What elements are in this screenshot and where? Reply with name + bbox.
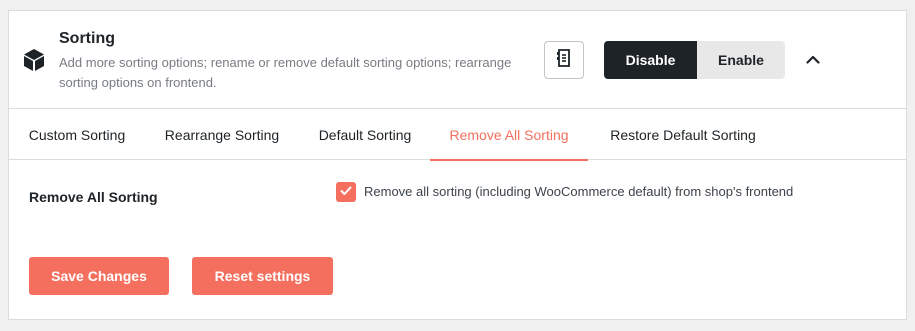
remove-all-sorting-checkbox-label[interactable]: Remove all sorting (including WooCommerc…	[364, 184, 793, 199]
cube-icon	[23, 48, 45, 72]
module-header: Sorting Add more sorting options; rename…	[9, 11, 906, 109]
enable-button[interactable]: Enable	[697, 41, 785, 79]
checkmark-icon	[340, 183, 352, 201]
tab-default-sorting[interactable]: Default Sorting	[305, 109, 425, 160]
tab-rearrange-sorting[interactable]: Rearrange Sorting	[160, 109, 284, 160]
documentation-button[interactable]	[544, 41, 584, 79]
disable-button[interactable]: Disable	[604, 41, 697, 79]
document-icon	[556, 48, 572, 72]
tab-remove-all-sorting[interactable]: Remove All Sorting	[430, 109, 588, 161]
remove-all-sorting-label: Remove All Sorting	[29, 189, 158, 205]
save-changes-button[interactable]: Save Changes	[29, 257, 169, 295]
tab-restore-default-sorting[interactable]: Restore Default Sorting	[603, 109, 763, 160]
reset-settings-button[interactable]: Reset settings	[192, 257, 333, 295]
remove-all-sorting-checkbox[interactable]	[336, 182, 356, 202]
module-card: Sorting Add more sorting options; rename…	[8, 10, 907, 320]
enable-toggle-group: Disable Enable	[604, 41, 785, 79]
module-description: Add more sorting options; rename or remo…	[59, 55, 512, 90]
collapse-button[interactable]	[802, 49, 824, 71]
tab-bar: Custom Sorting Rearrange Sorting Default…	[9, 109, 906, 161]
module-title: Sorting	[59, 30, 115, 47]
tab-custom-sorting[interactable]: Custom Sorting	[24, 109, 130, 160]
chevron-up-icon	[806, 51, 820, 69]
